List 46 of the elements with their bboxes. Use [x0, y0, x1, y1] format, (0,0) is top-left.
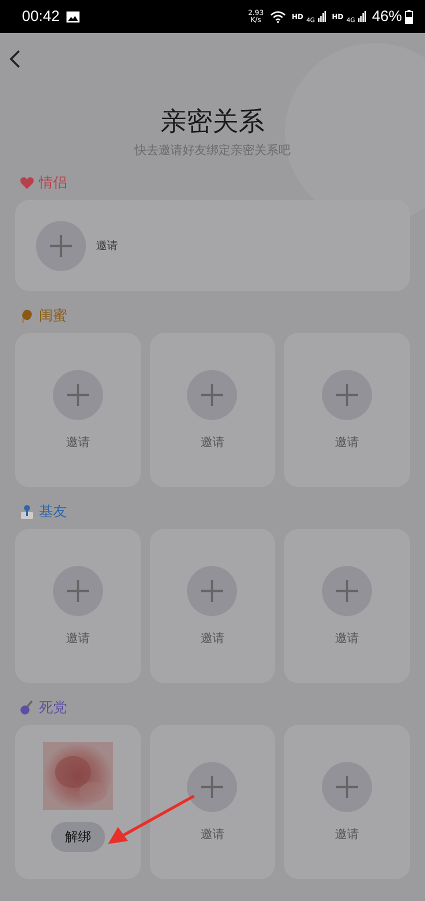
- battery-icon: [405, 10, 413, 24]
- figure-icon: [19, 504, 35, 520]
- invite-card[interactable]: 邀请: [15, 333, 141, 487]
- plus-icon: [336, 580, 358, 602]
- plus-icon: [201, 384, 224, 406]
- invite-card[interactable]: 邀请: [150, 725, 276, 879]
- wifi-icon: [270, 10, 286, 22]
- plus-icon: [201, 580, 224, 602]
- invite-label: 邀请: [335, 826, 360, 842]
- battery-percent: 46%: [372, 8, 402, 25]
- plus-icon: [66, 384, 89, 406]
- unbind-button[interactable]: 解绑: [50, 822, 105, 852]
- section-title: 闺蜜: [39, 307, 67, 325]
- gallery-icon: [66, 10, 80, 22]
- invite-label: 邀请: [335, 434, 360, 450]
- invite-label: 邀请: [335, 630, 360, 646]
- back-icon[interactable]: [9, 49, 21, 69]
- page-title: 亲密关系: [160, 106, 266, 139]
- section-title: 情侣: [39, 174, 67, 192]
- invite-card[interactable]: 邀请: [150, 529, 276, 683]
- invite-label: 邀请: [200, 826, 224, 842]
- signal-icon: [358, 11, 366, 22]
- invite-label: 邀请: [96, 238, 118, 253]
- invite-label: 邀请: [200, 630, 224, 646]
- invite-label: 邀请: [66, 434, 90, 450]
- plus-icon: [201, 776, 224, 798]
- plus-icon: [66, 580, 89, 602]
- signal-icon: [318, 11, 326, 22]
- invite-card[interactable]: 邀请: [150, 333, 276, 487]
- section-title: 死党: [39, 699, 67, 717]
- invite-label: 邀请: [200, 434, 224, 450]
- add-button[interactable]: [36, 220, 86, 270]
- plus-icon: [336, 776, 358, 798]
- section-title: 基友: [39, 503, 67, 521]
- heart-icon: [19, 175, 35, 191]
- invite-card[interactable]: 邀请: [284, 529, 410, 683]
- popsicle-icon: [19, 308, 35, 324]
- plus-icon: [50, 234, 72, 256]
- invite-card[interactable]: 邀请: [15, 200, 410, 291]
- invite-card[interactable]: 邀请: [284, 725, 410, 879]
- invite-card[interactable]: 邀请: [15, 529, 141, 683]
- invite-card[interactable]: 邀请: [284, 333, 410, 487]
- plus-icon: [336, 384, 358, 406]
- friend-card[interactable]: 解绑: [15, 725, 141, 879]
- status-time: 00:42: [22, 8, 60, 25]
- invite-label: 邀请: [66, 630, 90, 646]
